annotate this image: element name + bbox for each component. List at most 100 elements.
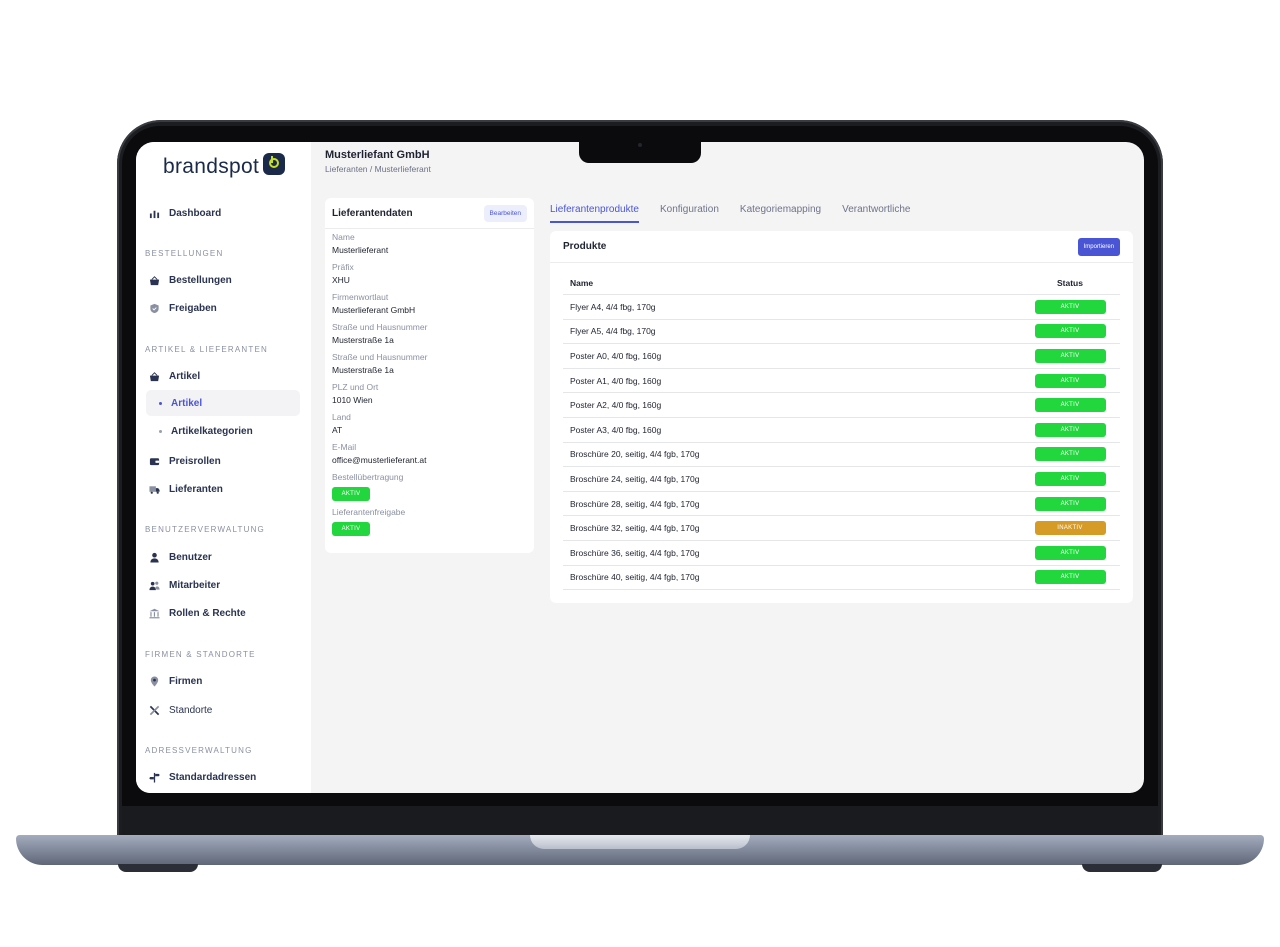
section-addresses: ADRESSVERWALTUNG (145, 746, 253, 755)
status-cell: AKTIV (1020, 545, 1120, 560)
status-cell: AKTIV (1020, 570, 1120, 585)
sidebar-item-rollen[interactable]: Rollen & Rechte (146, 600, 300, 626)
product-name: Broschüre 24, seitig, 4/4 fgb, 170g (570, 473, 700, 484)
basket-icon (148, 370, 160, 382)
products-card: Produkte Importieren Name Status Flyer A… (550, 231, 1133, 603)
status-cell: AKTIV (1020, 496, 1120, 511)
field-label: Lieferantenfreigabe (332, 507, 406, 517)
sidebar-item-artikel[interactable]: Artikel (146, 363, 300, 389)
column-header-name[interactable]: Name (563, 278, 1020, 288)
table-row[interactable]: Poster A0, 4/0 fbg, 160g AKTIV (563, 344, 1120, 369)
table-row[interactable]: Flyer A4, 4/4 fbg, 170g AKTIV (563, 295, 1120, 320)
edit-button[interactable]: Bearbeiten (483, 204, 527, 222)
sidebar-subitem-artikel[interactable]: Artikel (146, 390, 300, 416)
column-header-status[interactable]: Status (1020, 278, 1120, 288)
table-row[interactable]: Broschüre 32, seitig, 4/4 fgb, 170g INAKT… (563, 516, 1120, 541)
sidebar-item-freigaben[interactable]: Freigaben (146, 295, 300, 321)
field-value: Musterstraße 1a (332, 365, 394, 375)
sidebar-item-lieferanten[interactable]: Lieferanten (146, 476, 300, 502)
table-row[interactable]: Broschüre 36, seitig, 4/4 fgb, 170g AKTIV (563, 541, 1120, 566)
logo-text: brandspot (163, 155, 260, 178)
tab-konfiguration[interactable]: Konfiguration (660, 197, 719, 223)
sidebar-item-label: Mitarbeiter (169, 579, 221, 591)
sidebar-item-mitarbeiter[interactable]: Mitarbeiter (146, 572, 300, 598)
product-name: Broschüre 20, seitig, 4/4 fgb, 170g (570, 449, 700, 460)
section-articles: ARTIKEL & LIEFERANTEN (145, 345, 269, 354)
field-label: Straße und Hausnummer (332, 322, 428, 332)
product-name: Broschüre 36, seitig, 4/4 fgb, 170g (570, 547, 700, 558)
supplier-field: PLZ und Ort 1010 Wien (325, 379, 534, 409)
sidebar-item-label: Preisrollen (169, 455, 221, 467)
supplier-field: Land AT (325, 409, 534, 439)
field-label: Name (332, 232, 355, 242)
status-badge: AKTIV (1034, 545, 1106, 560)
product-name: Flyer A5, 4/4 fbg, 170g (570, 326, 656, 337)
sidebar-item-label: Artikelkategorien (171, 425, 253, 437)
tab-verantwortliche[interactable]: Verantwortliche (842, 197, 910, 223)
sidebar-item-label: Rollen & Rechte (169, 607, 246, 619)
tab-bar: Lieferantenprodukte Konfiguration Kategori… (550, 197, 1133, 228)
section-companies: FIRMEN & STANDORTE (145, 650, 256, 659)
status-cell: AKTIV (1020, 447, 1120, 462)
product-name: Poster A1, 4/0 fbg, 160g (570, 375, 662, 386)
sidebar-item-firmen[interactable]: Firmen (146, 668, 300, 694)
status-badge: AKTIV (1034, 398, 1106, 413)
field-value: Musterstraße 1a (332, 335, 394, 345)
field-label: Bestellübertragung (332, 472, 404, 482)
status-cell: AKTIV (1020, 324, 1120, 339)
tools-icon (148, 704, 160, 716)
status-badge: AKTIV (1034, 447, 1106, 462)
product-name: Poster A3, 4/0 fbg, 160g (570, 424, 662, 435)
sidebar-item-dashboard[interactable]: Dashboard (146, 200, 300, 226)
product-name: Broschüre 28, seitig, 4/4 fgb, 170g (570, 498, 700, 509)
status-cell: AKTIV (1020, 348, 1120, 363)
sidebar-subitem-artikelkategorien[interactable]: Artikelkategorien (146, 418, 300, 444)
table-row[interactable]: Broschüre 40, seitig, 4/4 fgb, 170g AKTIV (563, 566, 1120, 591)
supplier-field: Straße und Hausnummer Musterstraße 1a (325, 349, 534, 379)
laptop-foot-left (118, 864, 198, 872)
sidebar-item-label: Freigaben (169, 302, 217, 314)
status-badge: AKTIV (1034, 373, 1106, 388)
building-columns-icon (148, 607, 160, 619)
shield-check-icon (148, 302, 160, 314)
field-label: Firmenwortlaut (332, 292, 389, 302)
sidebar-item-standorte[interactable]: Standorte (146, 697, 300, 723)
supplier-field: Firmenwortlaut Musterlieferant GmbH (325, 289, 534, 319)
status-badge: AKTIV (1034, 324, 1106, 339)
supplier-card-header: Lieferantendaten Bearbeiten (325, 198, 534, 229)
products-table: Name Status Flyer A4, 4/4 fbg, 170g AKTIV… (563, 271, 1120, 591)
sidebar-item-standardadressen[interactable]: Standardadressen (146, 764, 300, 790)
table-row[interactable]: Broschüre 28, seitig, 4/4 fgb, 170g AKTIV (563, 492, 1120, 517)
sidebar-item-label: Dashboard (169, 207, 222, 219)
sidebar-item-preisrollen[interactable]: Preisrollen (146, 448, 300, 474)
status-badge: AKTIV (1034, 299, 1106, 314)
field-label: Präfix (332, 262, 354, 272)
sidebar-item-label: Standorte (169, 704, 213, 716)
sidebar-item-label: Standardadressen (169, 771, 257, 783)
tab-lieferantenprodukte[interactable]: Lieferantenprodukte (550, 197, 639, 223)
table-row[interactable]: Poster A1, 4/0 fbg, 160g AKTIV (563, 369, 1120, 394)
products-card-header: Produkte Importieren (550, 231, 1133, 263)
table-row[interactable]: Flyer A5, 4/4 fbg, 170g AKTIV (563, 320, 1120, 345)
breadcrumb[interactable]: Lieferanten / Musterlieferant (325, 164, 431, 174)
sidebar-item-label: Bestellungen (169, 274, 232, 286)
sidebar-item-bestellungen[interactable]: Bestellungen (146, 267, 300, 293)
import-button[interactable]: Importieren (1077, 237, 1120, 256)
table-row[interactable]: Poster A3, 4/0 fbg, 160g AKTIV (563, 418, 1120, 443)
tab-kategoriemapping[interactable]: Kategoriemapping (740, 197, 821, 223)
table-row[interactable]: Broschüre 24, seitig, 4/4 fgb, 170g AKTIV (563, 467, 1120, 492)
products-title: Produkte (563, 241, 607, 252)
status-cell: AKTIV (1020, 398, 1120, 413)
supplier-field: Straße und Hausnummer Musterstraße 1a (325, 319, 534, 349)
table-row[interactable]: Broschüre 20, seitig, 4/4 fgb, 170g AKTIV (563, 443, 1120, 468)
page-title: Musterliefant GmbH (325, 149, 430, 161)
field-value: AT (332, 425, 343, 435)
brand-logo[interactable]: brandspot (163, 152, 286, 182)
logo-mark-icon (263, 153, 286, 175)
field-supplier-release: Lieferantenfreigabe AKTIV (325, 504, 534, 536)
status-badge: AKTIV (1034, 471, 1106, 486)
supplier-field: Präfix XHU (325, 259, 534, 289)
table-row[interactable]: Poster A2, 4/0 fbg, 160g AKTIV (563, 393, 1120, 418)
supplier-field: Name Musterlieferant (325, 229, 534, 259)
sidebar-item-benutzer[interactable]: Benutzer (146, 544, 300, 570)
